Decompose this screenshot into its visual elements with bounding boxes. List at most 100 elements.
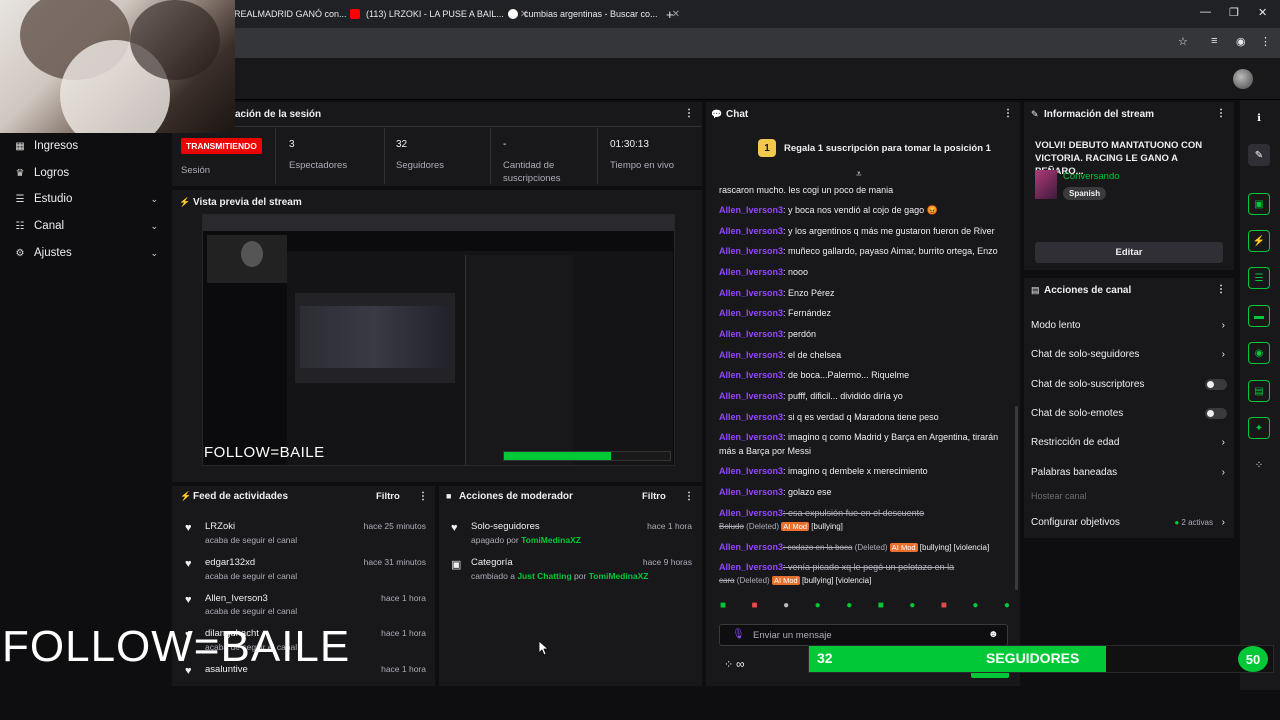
detail-game[interactable]: Just Chatting <box>517 571 571 581</box>
action-emote-only[interactable]: Chat de solo-emotes <box>1031 406 1227 420</box>
detail-user[interactable]: TomiMedinaXZ <box>589 571 649 581</box>
chat-user[interactable]: Allen_Iverson3 <box>719 288 783 298</box>
feed-sub: acaba de seguir el canal <box>205 535 298 545</box>
chat-user[interactable]: Allen_Iverson3 <box>719 487 783 497</box>
category-boxart[interactable] <box>1035 170 1057 199</box>
stream-preview[interactable] <box>202 214 675 466</box>
cursor-icon <box>539 641 549 656</box>
emote-icon[interactable]: ● <box>1004 600 1010 616</box>
emote-icon[interactable]: ● <box>783 600 789 616</box>
detail-user[interactable]: TomiMedinaXZ <box>521 535 581 545</box>
filter-button[interactable]: Filtro <box>376 491 400 502</box>
info-icon[interactable]: ℹ <box>1248 107 1270 129</box>
chat-scrollbar[interactable] <box>1015 406 1018 590</box>
bolt-icon[interactable]: ⚡ <box>1248 230 1270 252</box>
chat-user[interactable]: Allen_Iverson3 <box>719 308 783 318</box>
sidebar-item-ingresos[interactable]: ▦ Ingresos <box>14 137 162 155</box>
chat-user[interactable]: Allen_Iverson3 <box>719 562 783 572</box>
sidebar-item-estudio[interactable]: ☰ Estudio ⌄ <box>14 190 162 208</box>
chat-user[interactable]: Allen_Iverson3 <box>719 432 783 442</box>
layout-icon[interactable]: ▤ <box>1248 380 1270 402</box>
action-banned-words[interactable]: Palabras baneadas › <box>1031 465 1227 479</box>
action-goals[interactable]: Configurar objetivos ● 2 activas › <box>1031 515 1227 529</box>
action-subs-only[interactable]: Chat de solo-suscriptores <box>1031 377 1227 391</box>
edit-button[interactable]: Editar <box>1035 242 1223 263</box>
mic-icon[interactable]: 🎙 <box>732 629 745 640</box>
toggle-switch[interactable] <box>1205 378 1227 390</box>
dots-icon[interactable]: ⁘ <box>1248 454 1270 476</box>
minimize-icon[interactable]: — <box>1200 6 1211 18</box>
chat-user[interactable]: Allen_Iverson3 <box>719 329 783 339</box>
emote-icon[interactable]: ■ <box>941 600 947 616</box>
emote-icon[interactable]: ● <box>972 600 978 616</box>
chat-user[interactable]: Allen_Iverson3 <box>719 412 783 422</box>
edit-icon: ✎ <box>1031 109 1039 119</box>
sidebar-item-label: Ajustes <box>34 247 72 259</box>
chat-user[interactable]: Allen_Iverson3 <box>719 246 783 256</box>
google-icon <box>508 9 518 19</box>
chat-bubble-icon[interactable]: ▬ <box>1248 305 1270 327</box>
collapse-icon[interactable]: ⩡ <box>856 169 862 180</box>
feed-name[interactable]: LRZoki <box>205 521 235 532</box>
emote-icon[interactable]: ■ <box>752 600 758 616</box>
emote-icon[interactable]: ● <box>909 600 915 616</box>
toggle-switch[interactable] <box>1205 407 1227 419</box>
star-icon[interactable]: ☆ <box>1178 35 1188 48</box>
browser-tab[interactable]: (113) LRZOKI - LA PUSE A BAIL... ✕ <box>350 4 528 24</box>
sidebar-item-ajustes[interactable]: ⚙ Ajustes ⌄ <box>14 244 162 262</box>
emote-icon[interactable]: ■ <box>720 600 726 616</box>
emote-icon[interactable]: ● <box>815 600 821 616</box>
chat-user[interactable]: Allen_Iverson3 <box>719 542 783 552</box>
emote-icon[interactable]: ■ <box>878 600 884 616</box>
feed-name[interactable]: Allen_Iverson3 <box>205 593 268 604</box>
more-icon[interactable]: ⋮ <box>1216 108 1226 119</box>
chat-user[interactable]: Allen_Iverson3 <box>719 508 783 518</box>
deleted-text: : codazo en la boca <box>783 543 853 552</box>
stat-label: Seguidores <box>396 160 445 171</box>
maximize-icon[interactable]: ❐ <box>1229 6 1239 19</box>
chat-user[interactable]: Allen_Iverson3 <box>719 370 783 380</box>
profile-icon[interactable]: ◉ <box>1236 35 1246 48</box>
broadcast-icon[interactable]: ◉ <box>1248 342 1270 364</box>
chat-user[interactable]: Allen_Iverson3 <box>719 391 783 401</box>
language-tag[interactable]: Spanish <box>1063 187 1107 200</box>
action-age-restriction[interactable]: Restricción de edad › <box>1031 435 1227 449</box>
close-window-icon[interactable]: ✕ <box>1258 6 1267 19</box>
filter-button[interactable]: Filtro <box>642 491 666 502</box>
chat-user[interactable]: Allen_Iverson3 <box>719 350 783 360</box>
chat-input[interactable]: 🎙 Enviar un mensaje ☻ <box>719 624 1008 646</box>
emoji-icon[interactable]: ☻ <box>988 629 999 640</box>
chat-user[interactable]: Allen_Iverson3 <box>719 466 783 476</box>
feed-name[interactable]: edgar132xd <box>205 557 255 568</box>
action-slow-mode[interactable]: Modo lento › <box>1031 318 1227 332</box>
pencil-icon[interactable]: ✎ <box>1248 144 1270 166</box>
browser-tab[interactable]: cumbias argentinas - Buscar co... ✕ <box>508 4 680 24</box>
points-icon[interactable]: ⁘ <box>724 658 733 671</box>
emote-icon[interactable]: ● <box>846 600 852 616</box>
new-tab-button[interactable]: + <box>666 4 674 24</box>
infinity-icon[interactable]: ∞ <box>736 657 745 671</box>
stat-value: 3 <box>289 139 295 150</box>
avatar[interactable] <box>1233 69 1253 89</box>
action-followers-only[interactable]: Chat de solo-seguidores › <box>1031 347 1227 361</box>
chat-user[interactable]: Allen_Iverson3 <box>719 205 783 215</box>
menu-icon[interactable]: ⋮ <box>1260 35 1271 48</box>
browser-tab[interactable]: REALMADRID GANÓ con... ✕ <box>234 4 361 24</box>
pinned-message[interactable]: Regala 1 suscripción para tomar la posic… <box>784 143 991 154</box>
wrench-icon[interactable]: ✦ <box>1248 417 1270 439</box>
list-icon[interactable]: ☰ <box>1248 267 1270 289</box>
chevron-down-icon: ⌄ <box>150 247 158 258</box>
more-icon[interactable]: ⋮ <box>684 491 694 502</box>
chat-user[interactable]: Allen_Iverson3 <box>719 226 783 236</box>
category-link[interactable]: Conversando <box>1063 171 1120 182</box>
more-icon[interactable]: ⋮ <box>684 108 694 119</box>
clip-icon[interactable]: ▣ <box>1248 193 1270 215</box>
chat-user[interactable]: Allen_Iverson3 <box>719 267 783 277</box>
sidebar-item-logros[interactable]: ♛ Logros <box>14 164 162 182</box>
sidebar-item-canal[interactable]: ☷ Canal ⌄ <box>14 217 162 235</box>
queue-icon[interactable]: ≡ <box>1211 35 1217 47</box>
more-icon[interactable]: ⋮ <box>418 491 428 502</box>
more-icon[interactable]: ⋮ <box>1216 284 1226 295</box>
sidebar-item-label: Ingresos <box>34 140 79 152</box>
more-icon[interactable]: ⋮ <box>1003 108 1013 119</box>
